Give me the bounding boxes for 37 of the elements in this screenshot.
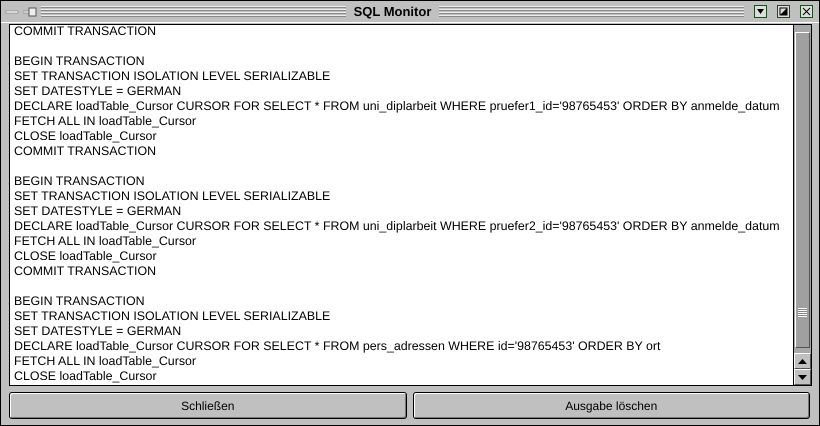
- dialog-button[interactable]: Ausgabe löschen: [412, 392, 810, 419]
- menu-icon[interactable]: [754, 5, 768, 18]
- close-icon[interactable]: [800, 5, 814, 18]
- window-title: SQL Monitor: [352, 4, 432, 19]
- log-line: CLOSE loadTable_Cursor: [14, 129, 158, 144]
- up-arrow-icon: [798, 358, 807, 364]
- log-line: CLOSE loadTable_Cursor: [14, 249, 158, 264]
- log-line: BEGIN TRANSACTION: [14, 54, 146, 69]
- maximize-icon[interactable]: [777, 5, 790, 18]
- log-line: DECLARE loadTable_Cursor CURSOR FOR SELECT * FROM uni_diplarbeit WHERE pruefer1_id='98765453' ORDER BY anmelde_datum: [14, 99, 781, 114]
- title-bar-groove[interactable]: [439, 6, 744, 17]
- log-line: SET DATESTYLE = GERMAN: [14, 204, 182, 219]
- log-line: BEGIN TRANSACTION: [14, 294, 146, 309]
- pin-icon[interactable]: [23, 6, 37, 16]
- vertical-scrollbar[interactable]: [793, 25, 812, 385]
- log-line: COMMIT TRANSACTION: [14, 144, 158, 159]
- scroll-thumb[interactable]: [795, 32, 810, 348]
- log-line: SET TRANSACTION ISOLATION LEVEL SERIALIZABLE: [14, 69, 332, 84]
- log-line: FETCH ALL IN loadTable_Cursor: [14, 114, 198, 129]
- log-line: COMMIT TRANSACTION: [14, 25, 158, 39]
- down-arrow-icon: [798, 374, 807, 380]
- scroll-down-button[interactable]: [794, 369, 811, 385]
- log-line: SET DATESTYLE = GERMAN: [14, 84, 182, 99]
- scroll-up-button[interactable]: [794, 353, 811, 369]
- log-line: FETCH ALL IN loadTable_Cursor: [14, 354, 198, 369]
- log-line: SET TRANSACTION ISOLATION LEVEL SERIALIZABLE: [14, 189, 332, 204]
- log-line: SET TRANSACTION ISOLATION LEVEL SERIALIZABLE: [14, 309, 332, 324]
- log-line: FETCH ALL IN loadTable_Cursor: [14, 234, 198, 249]
- title-bar-groove[interactable]: [41, 6, 346, 17]
- log-line: SET DATESTYLE = GERMAN: [14, 324, 182, 339]
- dialog-button[interactable]: Schließen: [9, 392, 406, 419]
- log-text-area[interactable]: [10, 25, 793, 385]
- log-line: CLOSE loadTable_Cursor: [14, 369, 158, 384]
- log-line: DECLARE loadTable_Cursor CURSOR FOR SELECT * FROM pers_adressen WHERE id='98765453' ORDER BY ort: [14, 339, 662, 354]
- log-line: BEGIN TRANSACTION: [14, 174, 146, 189]
- log-line: COMMIT TRANSACTION: [14, 264, 158, 279]
- log-line: DECLARE loadTable_Cursor CURSOR FOR SELECT * FROM uni_diplarbeit WHERE pruefer2_id='98765453' ORDER BY anmelde_datum: [14, 219, 781, 234]
